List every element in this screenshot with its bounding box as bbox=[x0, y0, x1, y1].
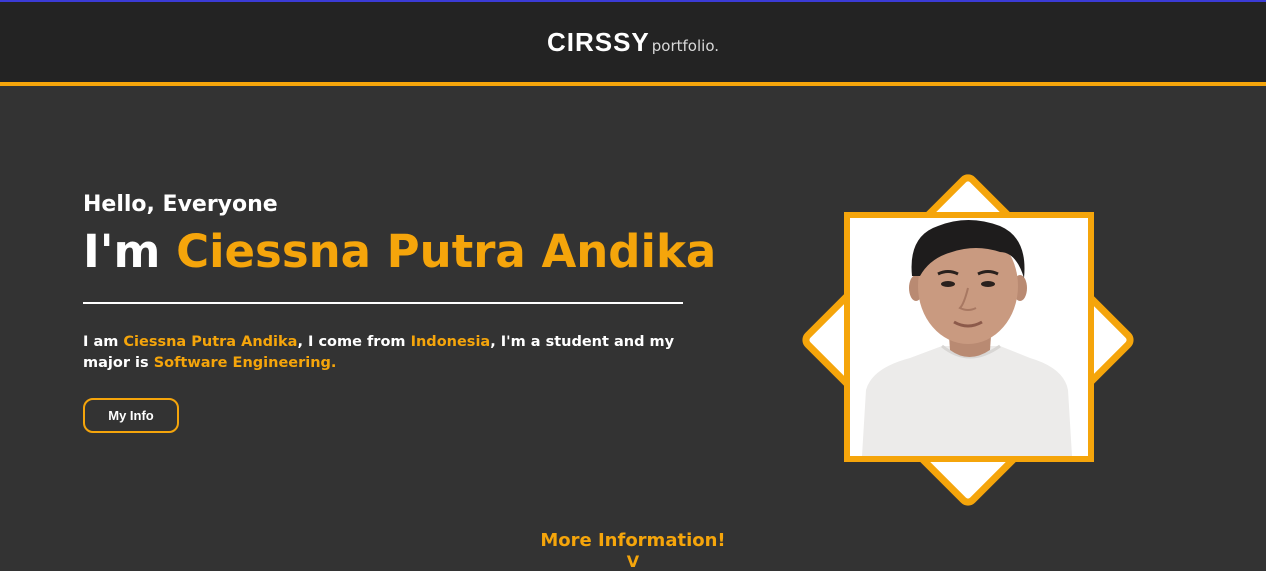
page-title: I'm Ciessna Putra Andika bbox=[83, 224, 716, 280]
chevron-down-icon[interactable]: V bbox=[0, 552, 1266, 571]
profile-frame bbox=[798, 170, 1138, 510]
desc-country: Indonesia bbox=[410, 334, 491, 350]
desc-major: Software Engineering. bbox=[153, 355, 337, 371]
site-header: CIRSSY portfolio. bbox=[0, 2, 1266, 86]
brand-main-text: CIRSSY bbox=[546, 26, 650, 57]
desc-name: Ciessna Putra Andika bbox=[123, 334, 298, 350]
title-name: Ciessna Putra Andika bbox=[176, 225, 717, 278]
desc-part1: I am bbox=[83, 334, 124, 350]
brand-logo[interactable]: CIRSSY portfolio. bbox=[547, 27, 719, 58]
more-information-link[interactable]: More Information! bbox=[0, 530, 1266, 551]
hero-section: Hello, Everyone I'm Ciessna Putra Andika… bbox=[83, 190, 716, 433]
my-info-button[interactable]: My Info bbox=[83, 398, 179, 433]
desc-part2: , I come from bbox=[297, 334, 411, 350]
profile-photo bbox=[844, 212, 1094, 462]
person-portrait-icon bbox=[850, 218, 1088, 456]
title-prefix: I'm bbox=[83, 225, 177, 278]
brand-sub-text: portfolio. bbox=[651, 36, 720, 55]
intro-description: I am Ciessna Putra Andika, I come from I… bbox=[83, 332, 693, 374]
greeting: Hello, Everyone bbox=[83, 192, 278, 217]
divider bbox=[83, 302, 683, 304]
